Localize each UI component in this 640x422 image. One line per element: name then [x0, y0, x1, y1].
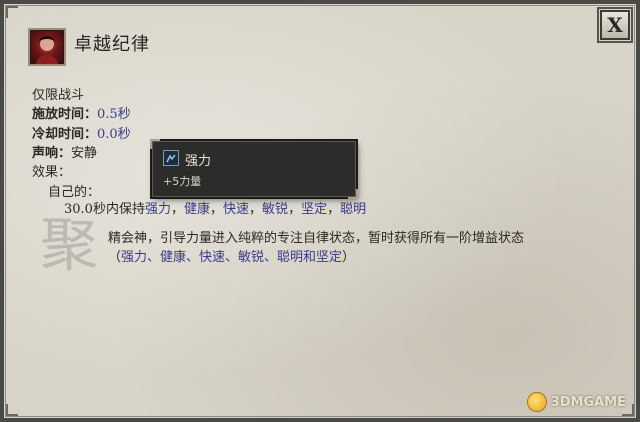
separator: ，	[288, 202, 302, 217]
paren-close: ）	[342, 250, 356, 265]
tooltip-corner-decoration	[348, 189, 358, 199]
ability-portrait-icon	[28, 28, 66, 66]
buff-tooltip: 强力 +5力量	[150, 139, 358, 199]
tooltip-corner-decoration	[150, 139, 160, 149]
site-watermark: 3DMGAME	[526, 392, 626, 412]
cast-time-label: 施放时间：	[32, 107, 98, 122]
ability-detail-panel: X 卓越纪律 仅限战斗 施放时间：0.5秒 冷却时间：0.0秒 声响：安静 效果…	[0, 0, 640, 422]
frame-corner-decoration	[6, 6, 18, 18]
separator: ，	[249, 202, 263, 217]
ability-watermark-glyph: 聚	[40, 211, 99, 279]
ability-title: 卓越纪律	[74, 34, 150, 55]
tooltip-description: +5力量	[163, 175, 202, 188]
watermark-logo-text: 3DMGAME	[550, 394, 626, 410]
effects-label: 效果：	[32, 165, 72, 180]
smiley-face-icon	[526, 392, 547, 412]
buff-link-keen[interactable]: 敏锐	[262, 202, 288, 217]
close-button[interactable]: X	[600, 10, 630, 40]
buff-link-steady[interactable]: 坚定	[301, 202, 327, 217]
description-buff-list: 强力、健康、快速、敏锐、聪明和坚定	[121, 250, 343, 265]
sound-row: 声响：安静	[32, 142, 97, 161]
buff-link-health[interactable]: 健康	[184, 202, 210, 217]
cooldown-row: 冷却时间：0.0秒	[32, 123, 131, 142]
combat-only-text: 仅限战斗	[32, 88, 85, 103]
description-line-1: 精会神，引导力量进入纯粹的专注自律状态，暂时获得所有一阶增益状态	[108, 231, 525, 246]
buff-link-quick[interactable]: 快速	[223, 202, 249, 217]
separator: ，	[210, 202, 224, 217]
paren-open: （	[108, 250, 122, 265]
frame-corner-decoration	[6, 404, 18, 416]
separator: ，	[327, 202, 341, 217]
strength-icon	[163, 150, 179, 166]
buff-link-strength[interactable]: 强力	[145, 202, 171, 217]
buff-list-row: 30.0秒内保持强力，健康，快速，敏锐，坚定，聪明	[64, 198, 366, 217]
sound-label: 声响：	[32, 146, 72, 161]
buff-link-smart[interactable]: 聪明	[340, 202, 366, 217]
tooltip-title: 强力	[185, 154, 212, 169]
cast-time-row: 施放时间：0.5秒	[32, 103, 131, 122]
description-line-2: （强力、健康、快速、敏锐、聪明和坚定）	[108, 246, 355, 265]
sound-value: 安静	[71, 146, 98, 161]
separator: ，	[170, 202, 184, 217]
cast-time-value: 0.5秒	[97, 107, 131, 122]
cooldown-value: 0.0秒	[97, 127, 131, 142]
cooldown-label: 冷却时间：	[32, 127, 98, 142]
